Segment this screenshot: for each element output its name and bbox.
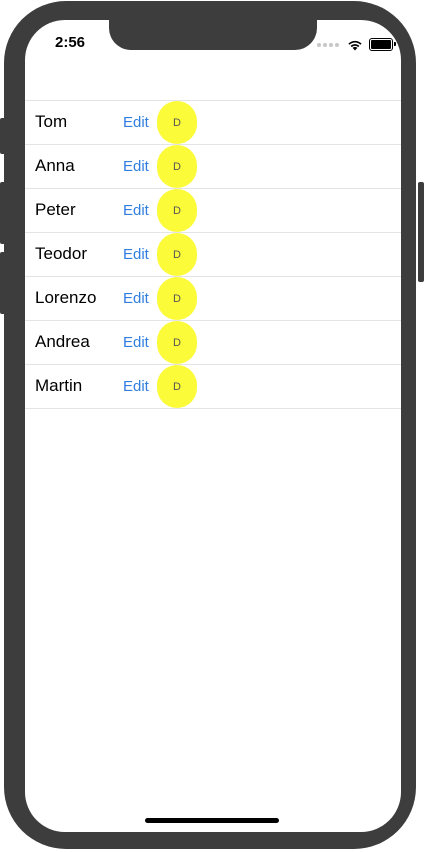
home-indicator[interactable] [145, 818, 279, 823]
person-name: Lorenzo [35, 288, 97, 307]
edit-button[interactable]: Edit [123, 378, 149, 395]
delete-badge-button[interactable]: D [157, 277, 197, 320]
delete-badge-button[interactable]: D [157, 233, 197, 276]
list-item[interactable]: Tom Edit D [25, 101, 401, 145]
power-button [418, 182, 424, 282]
screen: 2:56 Tom Edit D Anna Edit D Peter Edit D… [25, 20, 401, 832]
list-item[interactable]: Peter Edit D [25, 189, 401, 233]
delete-badge-button[interactable]: D [157, 101, 197, 144]
person-name: Martin [35, 376, 83, 395]
delete-badge-button[interactable]: D [157, 365, 197, 408]
list-item[interactable]: Teodor Edit D [25, 233, 401, 277]
edit-button[interactable]: Edit [123, 290, 149, 307]
list-item[interactable]: Anna Edit D [25, 145, 401, 189]
person-name: Peter [35, 200, 76, 219]
edit-button[interactable]: Edit [123, 202, 149, 219]
edit-button[interactable]: Edit [123, 158, 149, 175]
person-name: Teodor [35, 244, 87, 263]
list-item[interactable]: Martin Edit D [25, 365, 401, 409]
delete-badge-button[interactable]: D [157, 189, 197, 232]
person-name: Tom [35, 112, 68, 131]
wifi-icon [348, 40, 362, 50]
edit-button[interactable]: Edit [123, 246, 149, 263]
status-time: 2:56 [55, 34, 86, 51]
edit-button[interactable]: Edit [123, 334, 149, 351]
person-name: Anna [35, 156, 75, 175]
list-item[interactable]: Lorenzo Edit D [25, 277, 401, 321]
delete-badge-button[interactable]: D [157, 145, 197, 188]
people-list: Tom Edit D Anna Edit D Peter Edit D Teod… [25, 100, 401, 409]
delete-badge-button[interactable]: D [157, 321, 197, 364]
status-indicators [317, 38, 396, 51]
person-name: Andrea [35, 332, 90, 351]
signal-icon [317, 42, 341, 47]
battery-icon [369, 38, 396, 51]
list-item[interactable]: Andrea Edit D [25, 321, 401, 365]
notch [109, 20, 317, 50]
edit-button[interactable]: Edit [123, 114, 149, 131]
